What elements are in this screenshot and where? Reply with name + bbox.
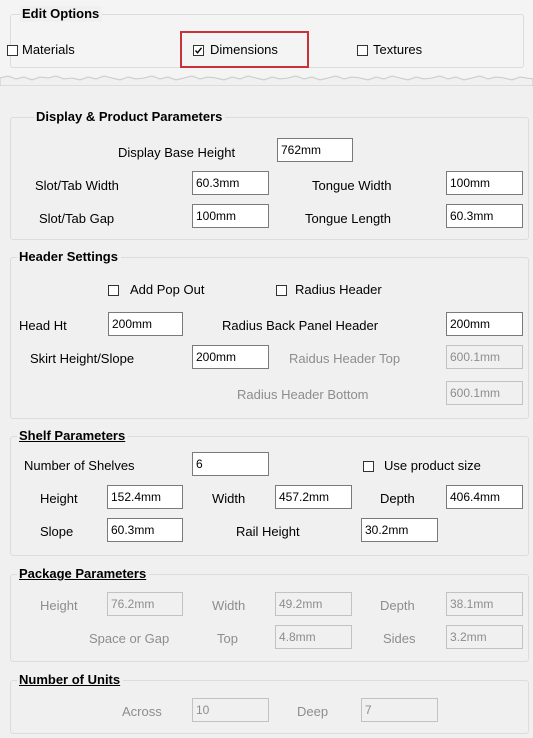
radius-header-bottom-label: Radius Header Bottom (237, 387, 369, 402)
checkmark-icon (194, 47, 203, 54)
rail-height-label: Rail Height (236, 524, 300, 539)
number-of-units-frame (10, 680, 529, 734)
tongue-length-label: Tongue Length (305, 211, 392, 226)
display-product-title: Display & Product Parameters (34, 109, 226, 125)
shelf-depth-input[interactable]: 406.4mm (446, 485, 523, 509)
package-width-label: Width (212, 598, 246, 613)
number-of-shelves-input[interactable]: 6 (192, 452, 269, 476)
radius-back-panel-header-label: Radius Back Panel Header (222, 318, 379, 333)
package-top-input[interactable]: 4.8mm (275, 625, 352, 649)
radius-header-top-label: Raidus Header Top (289, 351, 401, 366)
header-settings-title: Header Settings (17, 249, 121, 265)
package-depth-input[interactable]: 38.1mm (446, 592, 523, 616)
use-product-size-label: Use product size (384, 458, 481, 473)
add-pop-out-checkbox[interactable] (108, 285, 119, 296)
package-width-input[interactable]: 49.2mm (275, 592, 352, 616)
number-of-units-title: Number of Units (17, 672, 124, 688)
rail-height-input[interactable]: 30.2mm (361, 518, 438, 542)
dimensions-label: Dimensions (210, 42, 278, 57)
units-across-input[interactable]: 10 (192, 698, 269, 722)
package-height-label: Height (40, 598, 78, 613)
skirt-height-slope-input[interactable]: 200mm (192, 345, 269, 369)
shelf-slope-input[interactable]: 60.3mm (107, 518, 183, 542)
radius-back-panel-header-input[interactable]: 200mm (446, 312, 523, 336)
package-depth-label: Depth (380, 598, 415, 613)
shelf-height-label: Height (40, 491, 78, 506)
space-or-gap-label: Space or Gap (89, 631, 170, 646)
shelf-height-input[interactable]: 152.4mm (107, 485, 183, 509)
add-pop-out-label: Add Pop Out (130, 282, 205, 297)
package-sides-input[interactable]: 3.2mm (446, 625, 523, 649)
slot-tab-width-input[interactable]: 60.3mm (192, 171, 269, 195)
head-ht-input[interactable]: 200mm (108, 312, 183, 336)
dimensions-checkbox[interactable] (193, 45, 204, 56)
skirt-height-slope-label: Skirt Height/Slope (30, 351, 135, 366)
display-base-height-input[interactable]: 762mm (277, 138, 353, 162)
shelf-parameters-title: Shelf Parameters (17, 428, 129, 444)
units-deep-input[interactable]: 7 (361, 698, 438, 722)
torn-edge-divider (0, 75, 533, 86)
materials-checkbox[interactable] (7, 45, 18, 56)
tongue-length-input[interactable]: 60.3mm (446, 204, 523, 228)
slot-tab-gap-label: Slot/Tab Gap (39, 211, 115, 226)
slot-tab-gap-input[interactable]: 100mm (192, 204, 269, 228)
head-ht-label: Head Ht (19, 318, 67, 333)
radius-header-bottom-input[interactable]: 600.1mm (446, 381, 523, 405)
tongue-width-input[interactable]: 100mm (446, 171, 523, 195)
radius-header-label: Radius Header (295, 282, 382, 297)
shelf-slope-label: Slope (40, 524, 74, 539)
use-product-size-checkbox[interactable] (363, 461, 374, 472)
display-base-height-label: Display Base Height (118, 145, 236, 160)
shelf-width-input[interactable]: 457.2mm (275, 485, 352, 509)
textures-checkbox[interactable] (357, 45, 368, 56)
edit-options-title: Edit Options (20, 6, 103, 22)
materials-label: Materials (22, 42, 75, 57)
package-height-input[interactable]: 76.2mm (107, 592, 183, 616)
radius-header-checkbox[interactable] (276, 285, 287, 296)
edit-options-panel: Edit Options Materials Dimensions Textur… (0, 0, 533, 738)
package-sides-label: Sides (383, 631, 416, 646)
package-parameters-title: Package Parameters (17, 566, 150, 582)
shelf-width-label: Width (212, 491, 246, 506)
tongue-width-label: Tongue Width (312, 178, 392, 193)
units-across-label: Across (122, 704, 162, 719)
package-top-label: Top (217, 631, 238, 646)
number-of-shelves-label: Number of Shelves (24, 458, 135, 473)
radius-header-top-input[interactable]: 600.1mm (446, 345, 523, 369)
slot-tab-width-label: Slot/Tab Width (35, 178, 119, 193)
units-deep-label: Deep (297, 704, 329, 719)
textures-label: Textures (373, 42, 423, 57)
shelf-depth-label: Depth (380, 491, 415, 506)
